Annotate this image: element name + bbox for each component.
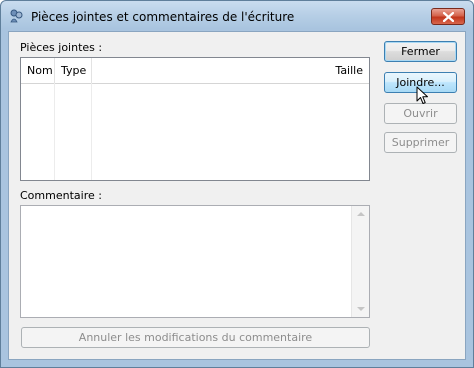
attachments-list-header: Nom Type Taille bbox=[21, 58, 369, 84]
close-button[interactable]: Fermer bbox=[384, 41, 457, 62]
comment-textarea[interactable] bbox=[20, 205, 370, 318]
dialog-window: Pièces jointes et commentaires de l'écri… bbox=[0, 0, 474, 368]
window-title: Pièces jointes et commentaires de l'écri… bbox=[31, 10, 295, 24]
close-icon bbox=[443, 12, 454, 22]
title-bar[interactable]: Pièces jointes et commentaires de l'écri… bbox=[1, 1, 473, 31]
column-header-type[interactable]: Type bbox=[55, 58, 92, 83]
comment-label: Commentaire : bbox=[20, 189, 102, 202]
column-header-taille[interactable]: Taille bbox=[92, 58, 369, 83]
column-header-nom[interactable]: Nom bbox=[21, 58, 55, 83]
mouse-cursor-icon bbox=[416, 86, 430, 109]
cancel-comment-changes-button[interactable]: Annuler les modifications du commentaire bbox=[21, 327, 370, 348]
dialog-content: Pièces jointes : Nom Type Taille Comment… bbox=[8, 31, 466, 360]
column-divider bbox=[54, 83, 55, 180]
comment-scrollbar[interactable] bbox=[351, 206, 369, 317]
column-divider bbox=[91, 83, 92, 180]
delete-button[interactable]: Supprimer bbox=[384, 132, 457, 153]
close-window-button[interactable] bbox=[431, 8, 465, 25]
attachment-people-icon bbox=[9, 9, 25, 23]
attachments-label: Pièces jointes : bbox=[20, 41, 103, 54]
scroll-down-arrow-icon[interactable] bbox=[357, 307, 365, 311]
attachments-list[interactable]: Nom Type Taille bbox=[20, 57, 370, 181]
scroll-up-arrow-icon[interactable] bbox=[357, 212, 365, 216]
